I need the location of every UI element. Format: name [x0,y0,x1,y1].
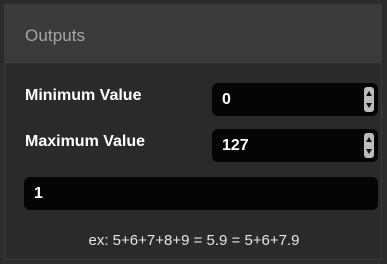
minimum-value-input[interactable]: 0 [222,91,352,109]
example-hint: ex: 5+6+7+8+9 = 5.9 = 5+6+7.9 [88,232,300,249]
maximum-value-spinbox[interactable]: 127 [212,129,378,162]
arrow-up-icon[interactable] [366,137,372,142]
minimum-value-label: Minimum Value [25,87,142,104]
output-expression-value[interactable]: 1 [34,185,43,203]
minimum-value-stepper[interactable] [364,87,374,112]
maximum-value-stepper[interactable] [364,133,374,158]
maximum-value-label: Maximum Value [25,133,146,150]
arrow-up-icon[interactable] [366,91,372,96]
output-expression-field[interactable]: 1 [24,177,378,210]
arrow-down-icon[interactable] [366,103,372,108]
panel-header: Outputs [5,5,381,64]
maximum-value-input[interactable]: 127 [222,137,352,155]
arrow-down-icon[interactable] [366,149,372,154]
minimum-value-spinbox[interactable]: 0 [212,83,378,116]
panel-title: Outputs [25,26,86,45]
outputs-panel: Outputs Minimum Value 0 Maximum Value 12… [4,4,382,260]
